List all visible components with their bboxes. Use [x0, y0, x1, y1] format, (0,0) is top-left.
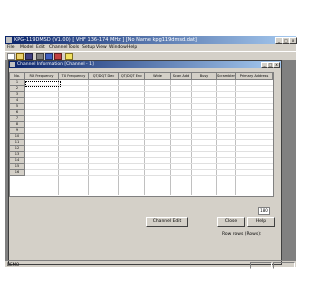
- row-divider: [25, 175, 273, 176]
- app-icon: [6, 37, 12, 43]
- row-number: 16: [10, 170, 25, 176]
- read-icon[interactable]: [45, 53, 53, 60]
- menu-view[interactable]: View: [96, 44, 107, 51]
- print-icon[interactable]: [36, 53, 44, 60]
- menu-tools[interactable]: Tools: [68, 44, 79, 51]
- menu-setup[interactable]: Setup: [82, 44, 95, 51]
- status-panel: [273, 262, 295, 269]
- column-header-wide[interactable]: Wide: [145, 73, 171, 80]
- channel-window-title: Channel Information [Channel - 1]: [17, 62, 94, 67]
- menu-file[interactable]: File: [7, 44, 15, 51]
- menu-model[interactable]: Model: [20, 44, 34, 51]
- menu-bar: File Model Edit Channel Tools Setup View…: [5, 44, 296, 51]
- channel-information-window: Channel Information [Channel - 1] _ □ x …: [8, 60, 282, 265]
- table-header: No. RX Frequency TX Frequency QT/DQT Dec…: [10, 73, 273, 80]
- app-title-bar: KPG-119DMSD (V1.00) [ VHF 136-174 MHz ] …: [5, 36, 297, 44]
- screen: { "app": { "title": "KPG-119DMSD (V1.00)…: [0, 0, 300, 300]
- table-row[interactable]: 16: [10, 170, 273, 176]
- write-icon[interactable]: [54, 53, 62, 60]
- column-header-scan-add[interactable]: Scan Add: [171, 73, 192, 80]
- rows-label: Row rows (Rows):: [222, 232, 262, 237]
- selected-cell[interactable]: [25, 81, 61, 87]
- new-icon[interactable]: [7, 53, 15, 60]
- status-panel: [250, 262, 272, 269]
- column-header-primary-address[interactable]: Primary Address: [236, 73, 273, 80]
- column-header-tx-frequency[interactable]: TX Frequency: [59, 73, 89, 80]
- status-text: DEMO: [7, 262, 20, 267]
- column-header-scrambler[interactable]: Scrambler: [217, 73, 236, 80]
- menu-help[interactable]: Help: [127, 44, 137, 51]
- column-header-rx-frequency[interactable]: RX Frequency: [25, 73, 59, 80]
- menu-window[interactable]: Window: [109, 44, 127, 51]
- channel-table[interactable]: No. RX Frequency TX Frequency QT/DQT Dec…: [9, 72, 274, 197]
- channel-window-title-bar: Channel Information [Channel - 1] _ □ x: [9, 61, 281, 68]
- column-header-qt-dec[interactable]: QT/DQT Dec: [89, 73, 119, 80]
- close-button[interactable]: x: [289, 37, 297, 44]
- menu-channel[interactable]: Channel: [49, 44, 67, 51]
- column-header-qt-enc[interactable]: QT/DQT Enc: [119, 73, 145, 80]
- help-icon[interactable]: [65, 53, 73, 60]
- help-button[interactable]: Help: [247, 217, 275, 227]
- application-window: KPG-119DMSD (V1.00) [ VHF 136-174 MHz ] …: [5, 36, 297, 269]
- open-icon[interactable]: [16, 53, 24, 60]
- close-button[interactable]: Close: [217, 217, 245, 227]
- app-title: KPG-119DMSD (V1.00) [ VHF 136-174 MHz ] …: [14, 37, 197, 43]
- column-header-no[interactable]: No.: [10, 73, 25, 80]
- menu-edit[interactable]: Edit: [36, 44, 45, 51]
- channel-close-button[interactable]: x: [273, 62, 280, 68]
- rows-field[interactable]: 180: [258, 207, 270, 215]
- column-header-busy[interactable]: Busy: [192, 73, 217, 80]
- status-bar: DEMO: [5, 260, 296, 269]
- window-icon: [10, 62, 15, 67]
- save-icon[interactable]: [25, 53, 33, 60]
- mdi-client-area: Channel Information [Channel - 1] _ □ x …: [5, 60, 296, 265]
- channel-edit-button[interactable]: Channel Edit: [146, 217, 188, 227]
